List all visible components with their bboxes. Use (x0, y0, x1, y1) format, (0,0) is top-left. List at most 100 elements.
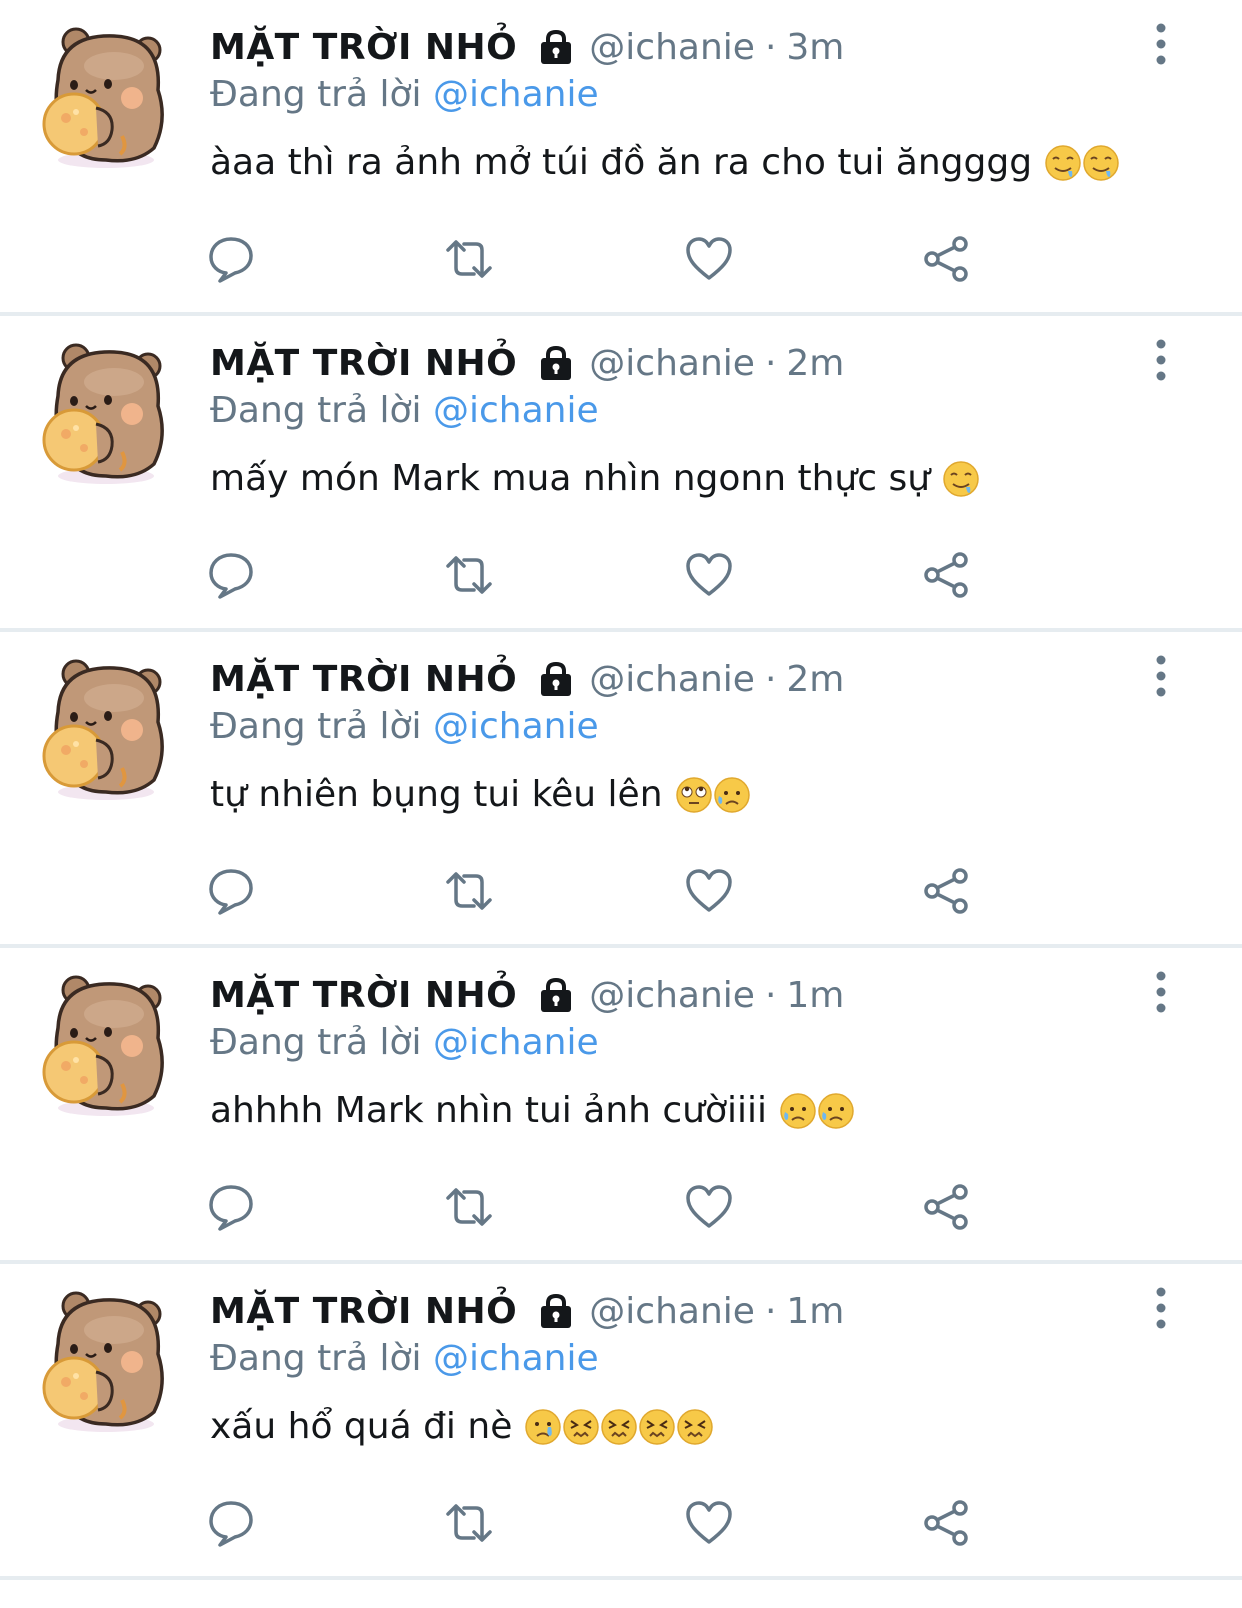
tweet-text: ahhhh Mark nhìn tui ảnh cườiiii (210, 1090, 855, 1131)
tweet-5[interactable]: MẶT TRỜI NHỎ @ichanie · 1m Đang trả lời … (0, 1264, 1242, 1580)
reply-icon[interactable] (206, 1182, 256, 1232)
timestamp[interactable]: 3m (786, 27, 844, 68)
tweet-2[interactable]: MẶT TRỜI NHỎ @ichanie · 2m Đang trả lời … (0, 316, 1242, 632)
reply-mention-link[interactable]: @ichanie (433, 1022, 599, 1063)
like-icon[interactable] (684, 1182, 734, 1232)
tweet-text-content: mấy món Mark mua nhìn ngonn thực sự (210, 458, 931, 499)
tweet-text: mấy món Mark mua nhìn ngonn thực sự (210, 458, 980, 499)
share-icon[interactable] (922, 234, 972, 284)
reply-context: Đang trả lời @ichanie (210, 706, 599, 747)
timestamp[interactable]: 2m (786, 659, 844, 700)
tweet-text-content: xấu hổ quá đi nè (210, 1406, 513, 1447)
emoji-group (675, 776, 751, 814)
reply-mention-link[interactable]: @ichanie (433, 706, 599, 747)
more-icon[interactable] (1146, 654, 1176, 698)
confounded-face-emoji (563, 1408, 600, 1445)
avatar[interactable] (36, 652, 176, 802)
timestamp[interactable]: 1m (786, 1291, 844, 1332)
more-icon[interactable] (1146, 970, 1176, 1014)
lock-icon (541, 661, 572, 696)
emoji-group (524, 1408, 714, 1446)
user-handle[interactable]: @ichanie (589, 1291, 755, 1332)
emoji-group (1044, 144, 1120, 182)
reply-context: Đang trả lời @ichanie (210, 74, 599, 115)
reply-icon[interactable] (206, 866, 256, 916)
display-name[interactable]: MẶT TRỜI NHỎ (210, 27, 517, 68)
tweet-1[interactable]: MẶT TRỜI NHỎ @ichanie · 3m Đang trả lời … (0, 0, 1242, 316)
reply-icon[interactable] (206, 234, 256, 284)
user-handle[interactable]: @ichanie (589, 659, 755, 700)
lock-icon (541, 1293, 572, 1328)
tweet-text: tự nhiên bụng tui kêu lên (210, 774, 751, 815)
reply-icon[interactable] (206, 1498, 256, 1548)
tweet-header: MẶT TRỜI NHỎ @ichanie · 3m (210, 22, 844, 72)
reply-prefix: Đang trả lời (210, 390, 422, 431)
share-icon[interactable] (922, 1498, 972, 1548)
reply-context: Đang trả lời @ichanie (210, 390, 599, 431)
user-handle[interactable]: @ichanie (589, 27, 755, 68)
reply-prefix: Đang trả lời (210, 1022, 422, 1063)
share-icon[interactable] (922, 550, 972, 600)
tweet-header: MẶT TRỜI NHỎ @ichanie · 2m (210, 338, 844, 388)
separator-dot: · (764, 658, 777, 700)
lock-icon (541, 345, 572, 380)
display-name[interactable]: MẶT TRỜI NHỎ (210, 343, 517, 384)
retweet-icon[interactable] (444, 234, 494, 284)
retweet-icon[interactable] (444, 1498, 494, 1548)
avatar[interactable] (36, 968, 176, 1118)
avatar[interactable] (36, 1284, 176, 1434)
lock-icon (541, 977, 572, 1012)
drooling-face-emoji (1083, 144, 1119, 181)
separator-dot: · (764, 26, 777, 68)
avatar[interactable] (36, 336, 176, 486)
display-name[interactable]: MẶT TRỜI NHỎ (210, 1291, 517, 1332)
share-icon[interactable] (922, 866, 972, 916)
rolling-eyes-face-emoji (675, 776, 712, 813)
tweet-3[interactable]: MẶT TRỜI NHỎ @ichanie · 2m Đang trả lời … (0, 632, 1242, 948)
timestamp[interactable]: 1m (786, 975, 844, 1016)
reply-context: Đang trả lời @ichanie (210, 1338, 599, 1379)
tweet-header: MẶT TRỜI NHỎ @ichanie · 1m (210, 1286, 844, 1336)
like-icon[interactable] (684, 234, 734, 284)
more-icon[interactable] (1146, 1286, 1176, 1330)
more-icon[interactable] (1146, 338, 1176, 382)
confounded-face-emoji (639, 1408, 676, 1445)
timestamp[interactable]: 2m (786, 343, 844, 384)
reply-icon[interactable] (206, 550, 256, 600)
emoji-group (779, 1092, 855, 1130)
tweet-divider (0, 1576, 1242, 1580)
reply-mention-link[interactable]: @ichanie (433, 74, 599, 115)
tweet-text-content: ahhhh Mark nhìn tui ảnh cườiiii (210, 1090, 768, 1131)
confounded-face-emoji (601, 1408, 638, 1445)
crying-face-emoji (525, 1408, 562, 1445)
separator-dot: · (764, 974, 777, 1016)
share-icon[interactable] (922, 1182, 972, 1232)
user-handle[interactable]: @ichanie (589, 343, 755, 384)
drooling-face-emoji (943, 460, 979, 497)
reply-prefix: Đang trả lời (210, 1338, 422, 1379)
tweet-text: àaa thì ra ảnh mở túi đồ ăn ra cho tui ă… (210, 142, 1120, 183)
tweet-header: MẶT TRỜI NHỎ @ichanie · 1m (210, 970, 844, 1020)
confounded-face-emoji (677, 1408, 714, 1445)
sad-sweat-face-emoji (818, 1092, 854, 1129)
tweet-text-content: àaa thì ra ảnh mở túi đồ ăn ra cho tui ă… (210, 142, 1033, 183)
reply-mention-link[interactable]: @ichanie (433, 390, 599, 431)
like-icon[interactable] (684, 1498, 734, 1548)
display-name[interactable]: MẶT TRỜI NHỎ (210, 659, 517, 700)
like-icon[interactable] (684, 866, 734, 916)
retweet-icon[interactable] (444, 1182, 494, 1232)
separator-dot: · (764, 1290, 777, 1332)
reply-mention-link[interactable]: @ichanie (433, 1338, 599, 1379)
more-icon[interactable] (1146, 22, 1176, 66)
emoji-group (942, 460, 980, 498)
tweet-4[interactable]: MẶT TRỜI NHỎ @ichanie · 1m Đang trả lời … (0, 948, 1242, 1264)
retweet-icon[interactable] (444, 866, 494, 916)
drooling-face-emoji (1045, 144, 1081, 181)
retweet-icon[interactable] (444, 550, 494, 600)
avatar[interactable] (36, 20, 176, 170)
like-icon[interactable] (684, 550, 734, 600)
sad-sweat-face-emoji (780, 1092, 816, 1129)
user-handle[interactable]: @ichanie (589, 975, 755, 1016)
display-name[interactable]: MẶT TRỜI NHỎ (210, 975, 517, 1016)
tweet-text-content: tự nhiên bụng tui kêu lên (210, 774, 663, 815)
